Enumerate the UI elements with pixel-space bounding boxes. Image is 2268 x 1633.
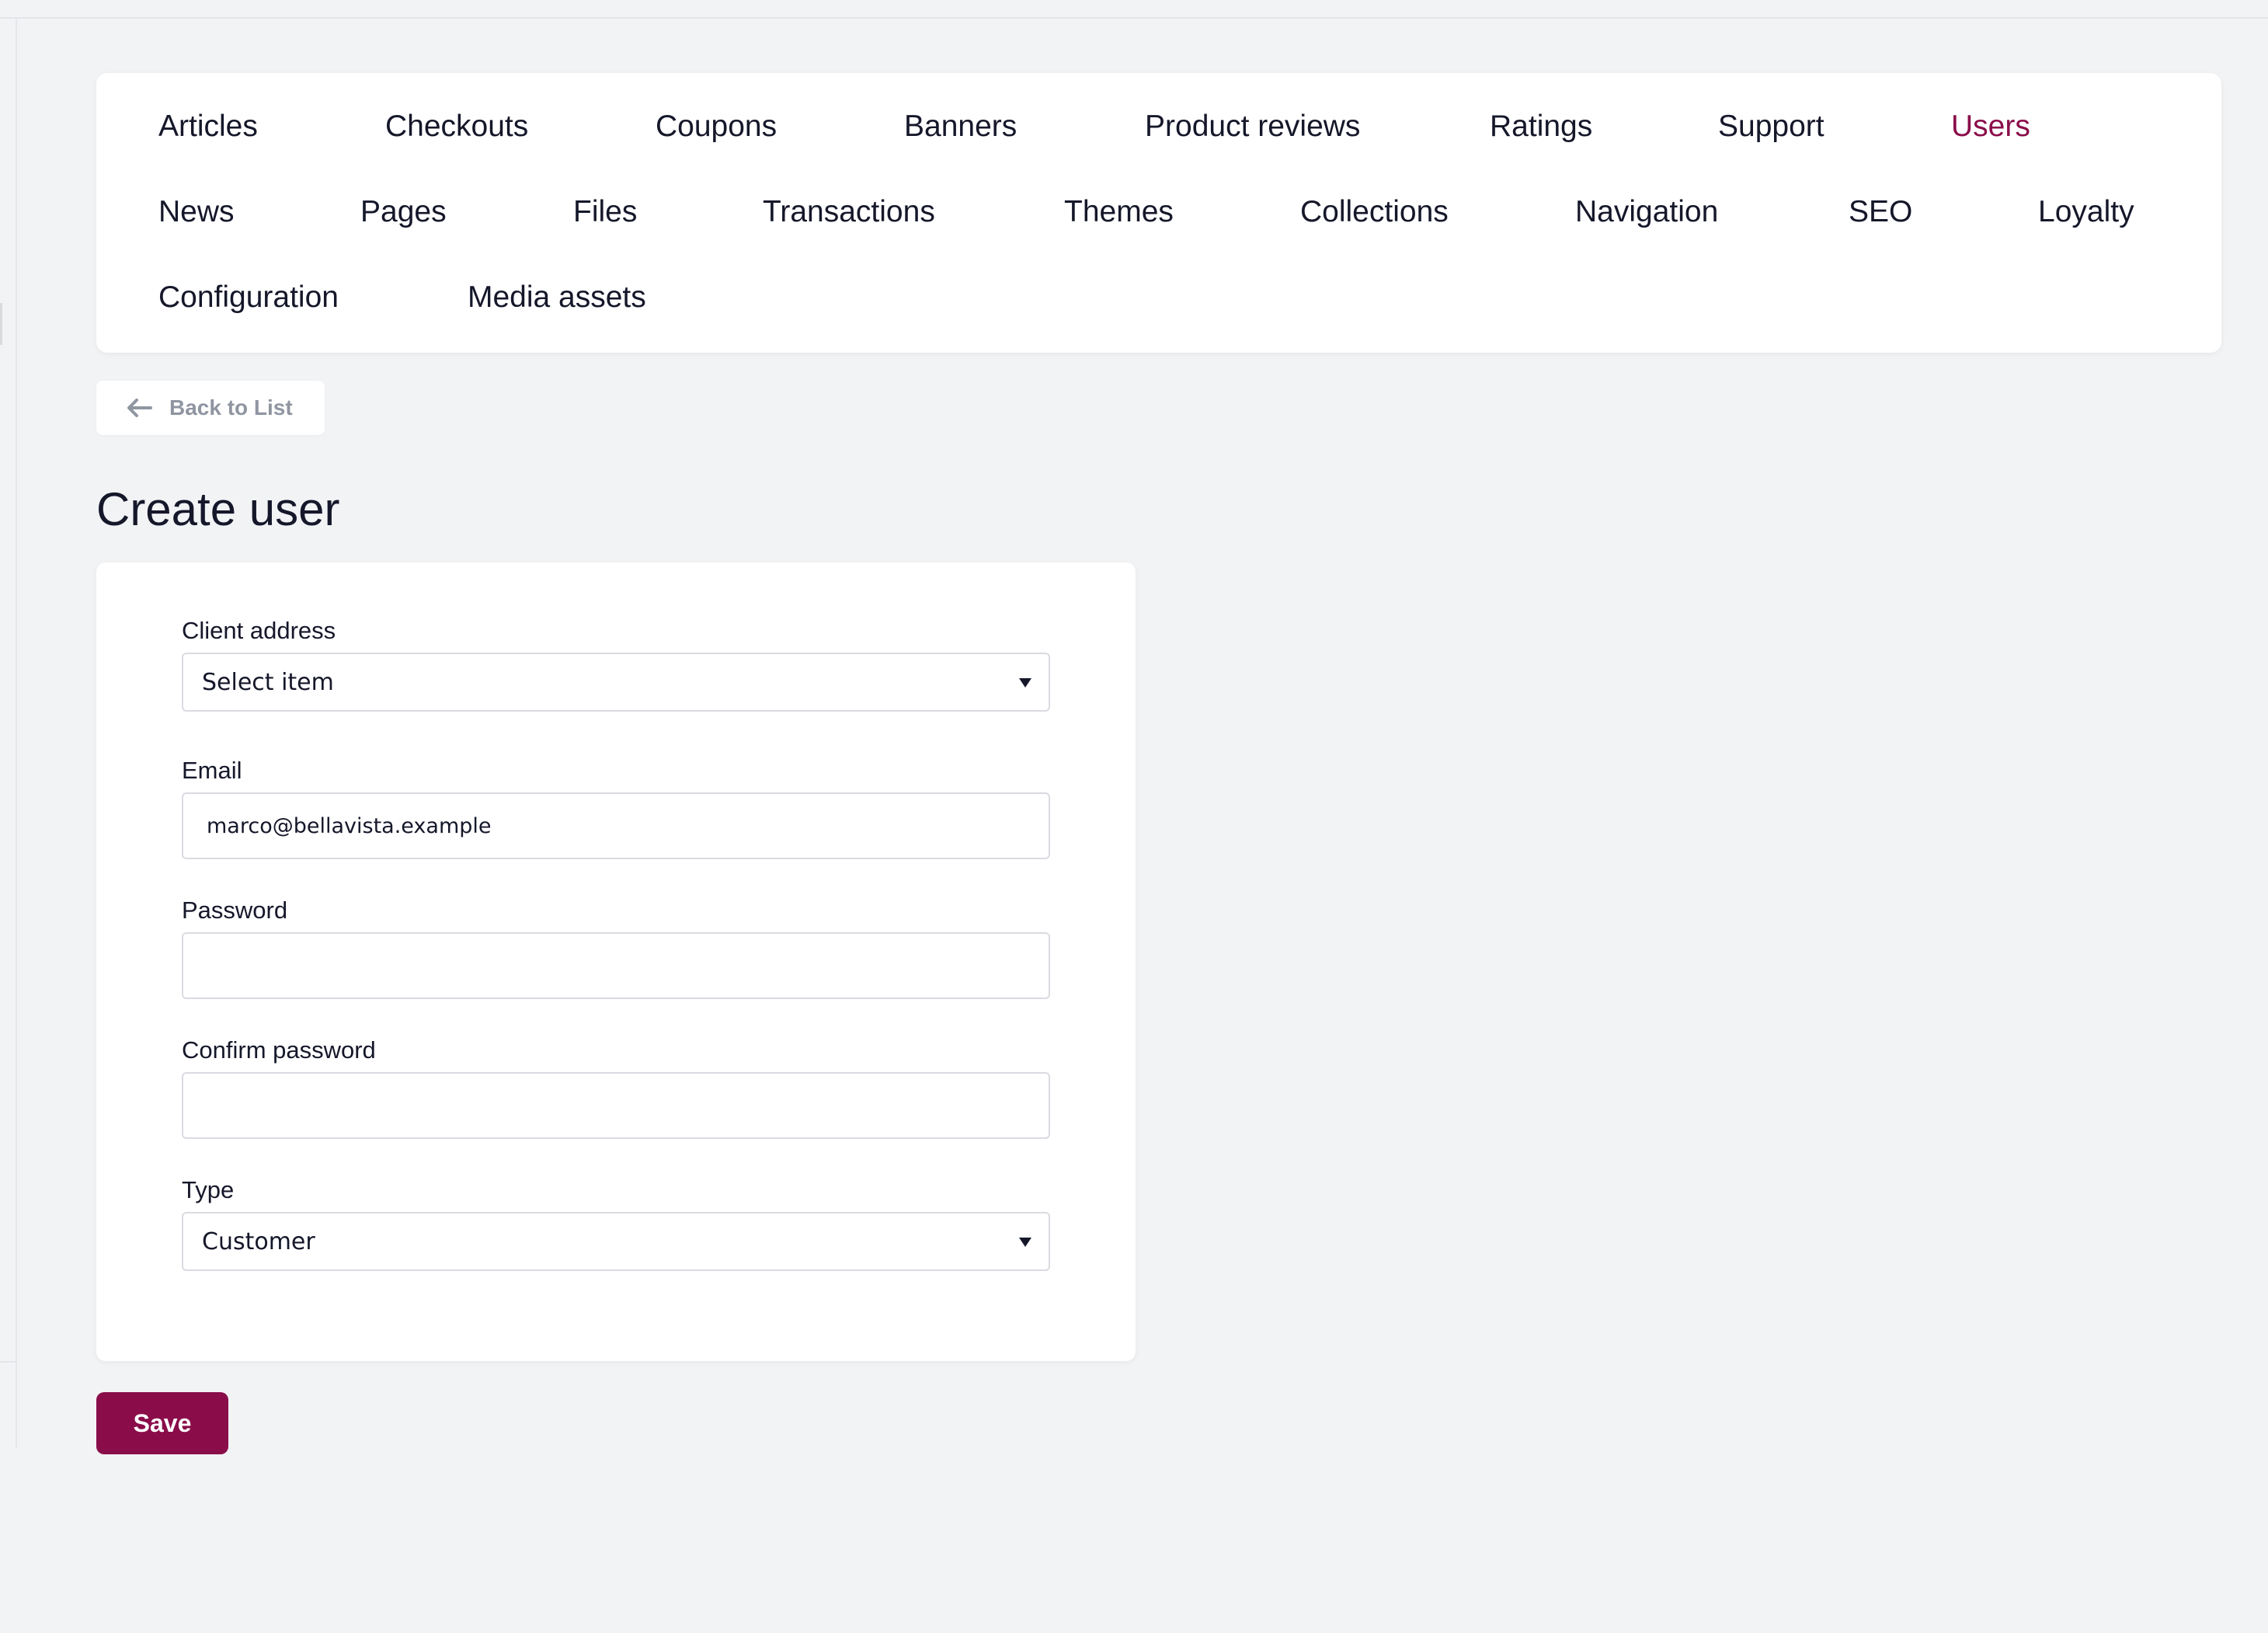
back-to-list-label: Back to List — [169, 395, 293, 420]
page-title: Create user — [96, 483, 340, 535]
password-field[interactable] — [182, 932, 1050, 999]
chevron-down-icon — [1019, 1238, 1031, 1247]
top-bar — [0, 0, 2268, 19]
client-address-value: Select item — [202, 668, 334, 696]
chevron-down-icon — [1019, 678, 1031, 688]
confirm-password-field[interactable] — [182, 1072, 1050, 1139]
sidebar-handle[interactable] — [0, 303, 2, 345]
type-label: Type — [182, 1176, 235, 1203]
nav-item-seo[interactable]: SEO — [1849, 193, 1912, 232]
nav-item-ratings[interactable]: Ratings — [1490, 107, 1592, 146]
nav-item-support[interactable]: Support — [1718, 107, 1824, 146]
password-label: Password — [182, 897, 288, 924]
nav-item-transactions[interactable]: Transactions — [763, 193, 935, 232]
nav-item-banners[interactable]: Banners — [904, 107, 1017, 146]
nav-item-media-assets[interactable]: Media assets — [468, 278, 646, 317]
nav-item-configuration[interactable]: Configuration — [158, 278, 339, 317]
confirm-password-label: Confirm password — [182, 1036, 376, 1064]
client-address-select[interactable]: Select item — [182, 653, 1050, 712]
back-to-list-button[interactable]: Back to List — [96, 381, 325, 435]
type-value: Customer — [202, 1227, 315, 1255]
nav-item-articles[interactable]: Articles — [158, 107, 258, 146]
arrow-left-icon — [127, 399, 152, 417]
nav-item-files[interactable]: Files — [573, 193, 637, 232]
nav-item-product-reviews[interactable]: Product reviews — [1145, 107, 1360, 146]
nav-item-navigation[interactable]: Navigation — [1575, 193, 1718, 232]
nav-item-news[interactable]: News — [158, 193, 235, 232]
nav-item-checkouts[interactable]: Checkouts — [385, 107, 528, 146]
nav-item-loyalty[interactable]: Loyalty — [2038, 193, 2134, 232]
email-value: marco@bellavista.example — [207, 813, 492, 838]
nav-item-themes[interactable]: Themes — [1064, 193, 1174, 232]
create-user-form: Client address Select item Email marco@b… — [96, 562, 1136, 1361]
nav-item-collections[interactable]: Collections — [1300, 193, 1449, 232]
email-field[interactable]: marco@bellavista.example — [182, 792, 1050, 859]
type-select[interactable]: Customer — [182, 1212, 1050, 1271]
sidebar-divider — [0, 1361, 16, 1363]
nav-item-coupons[interactable]: Coupons — [656, 107, 777, 146]
nav-item-pages[interactable]: Pages — [360, 193, 447, 232]
save-button[interactable]: Save — [96, 1392, 228, 1454]
section-nav: Articles Checkouts Coupons Banners Produ… — [96, 73, 2221, 353]
sidebar-collapsed — [0, 19, 17, 1448]
email-label: Email — [182, 757, 242, 784]
client-address-label: Client address — [182, 617, 336, 644]
nav-item-users[interactable]: Users — [1951, 107, 2030, 146]
